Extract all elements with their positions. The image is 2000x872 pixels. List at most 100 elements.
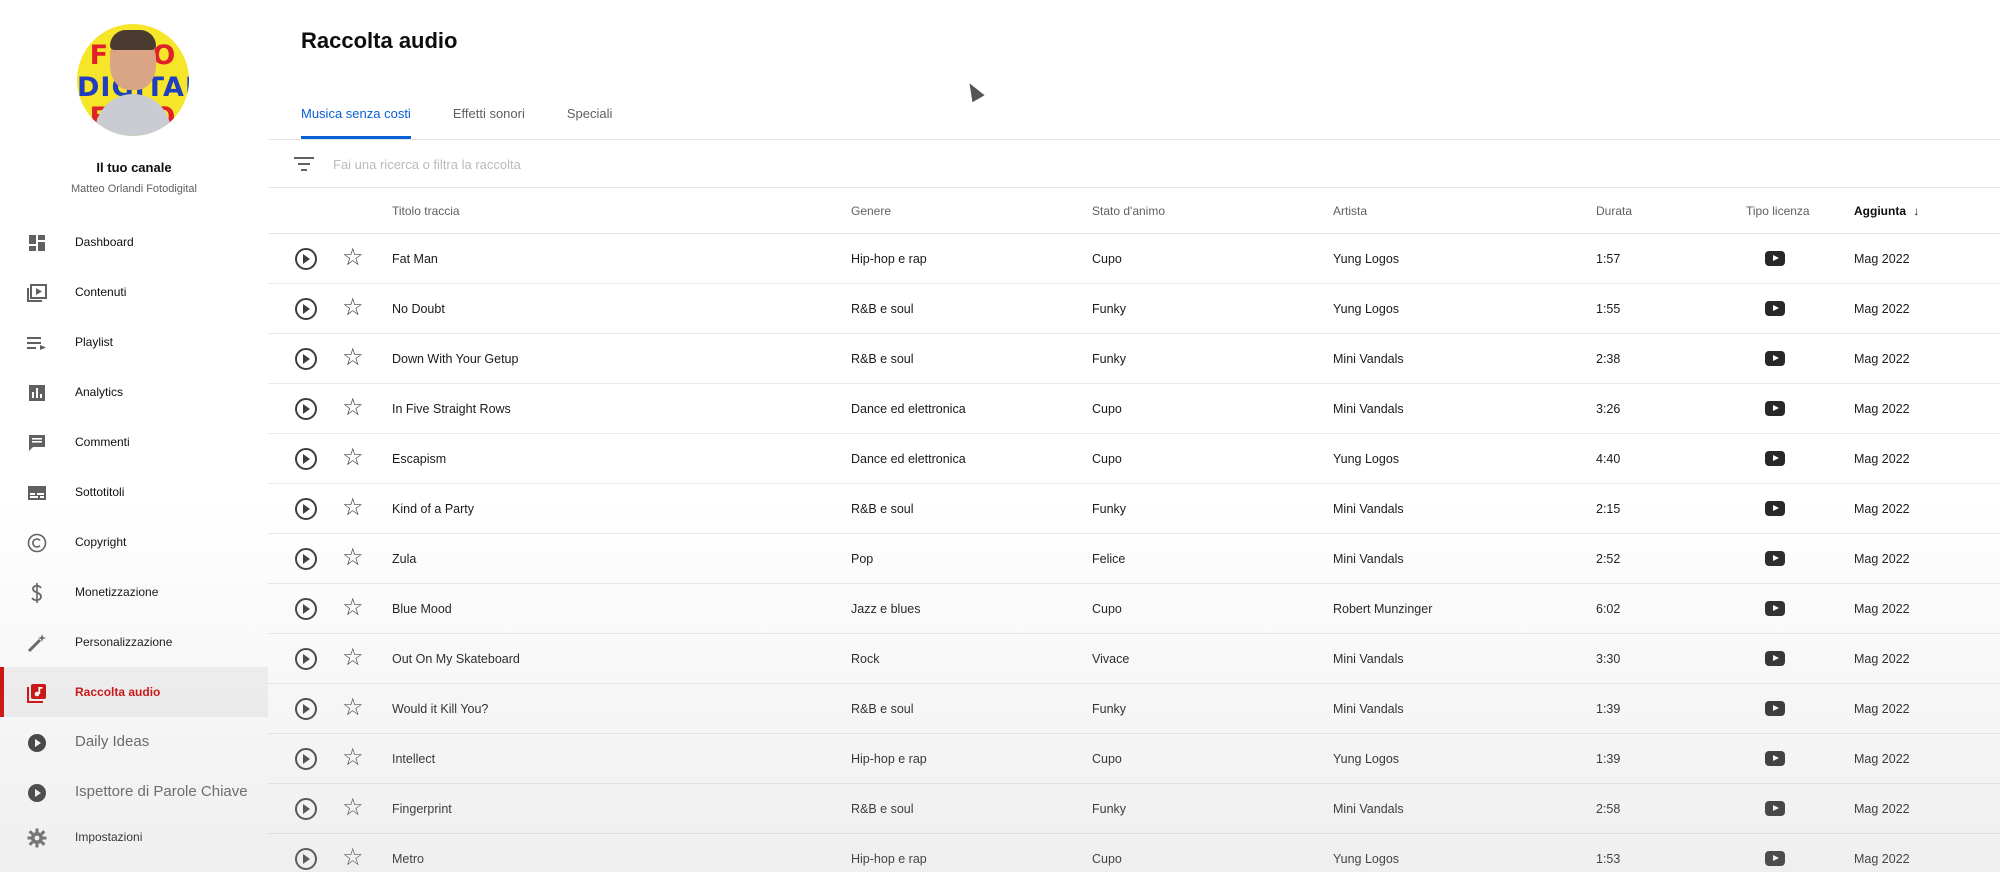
column-header-license[interactable]: Tipo licenza	[1746, 204, 1810, 218]
track-added: Mag 2022	[1854, 452, 1910, 466]
track-duration: 1:55	[1596, 302, 1621, 316]
track-added: Mag 2022	[1854, 252, 1910, 266]
column-header-duration[interactable]: Durata	[1596, 204, 1632, 218]
table-row[interactable]: ☆ Kind of a Party R&B e soul Funky Mini Vand…	[268, 484, 2000, 534]
track-duration: 2:52	[1596, 552, 1621, 566]
youtube-license-icon	[1765, 701, 1785, 716]
sidebar-item-audio-library[interactable]: Raccolta audio	[0, 667, 268, 717]
sidebar-item-label: Copyright	[75, 535, 127, 549]
sidebar-item-analytics[interactable]: Analytics	[0, 367, 268, 417]
play-icon[interactable]	[295, 248, 317, 270]
track-title: In Five Straight Rows	[392, 402, 511, 416]
filter-icon[interactable]	[294, 156, 314, 172]
track-artist: Yung Logos	[1333, 852, 1400, 866]
tab-sound-effects[interactable]: Effetti sonori	[453, 103, 525, 139]
channel-avatar[interactable]: FOTO DIGITAL FOTO	[77, 24, 189, 136]
table-row[interactable]: ☆ Metro Hip-hop e rap Cupo Yung Logos 1:53 Mag…	[268, 834, 2000, 872]
content-icon	[26, 282, 48, 304]
play-icon[interactable]	[295, 798, 317, 820]
column-header-title[interactable]: Titolo traccia	[392, 204, 460, 218]
table-row[interactable]: ☆ Intellect Hip-hop e rap Cupo Yung Logos 1:3…	[268, 734, 2000, 784]
column-header-mood[interactable]: Stato d'animo	[1092, 204, 1165, 218]
track-mood: Cupo	[1092, 402, 1122, 416]
sidebar-item-dashboard[interactable]: Dashboard	[0, 217, 268, 267]
track-duration: 2:15	[1596, 502, 1621, 516]
star-icon[interactable]: ☆	[342, 645, 364, 671]
star-icon[interactable]: ☆	[342, 845, 364, 871]
tab-free-music[interactable]: Musica senza costi	[301, 103, 411, 139]
track-title: Would it Kill You?	[392, 702, 489, 716]
track-mood: Funky	[1092, 702, 1127, 716]
track-duration: 2:38	[1596, 352, 1621, 366]
star-icon[interactable]: ☆	[342, 595, 364, 621]
track-genre: Hip-hop e rap	[851, 752, 927, 766]
table-row[interactable]: ☆ In Five Straight Rows Dance ed elettroni…	[268, 384, 2000, 434]
sidebar-item-monetization[interactable]: Monetizzazione	[0, 567, 268, 617]
track-mood: Cupo	[1092, 852, 1122, 866]
track-duration: 1:53	[1596, 852, 1621, 866]
play-icon[interactable]	[295, 748, 317, 770]
youtube-license-icon	[1765, 351, 1785, 366]
column-header-genre[interactable]: Genere	[851, 204, 891, 218]
play-icon[interactable]	[295, 348, 317, 370]
track-artist: Yung Logos	[1333, 752, 1400, 766]
channel-title: Il tuo canale	[96, 160, 172, 175]
youtube-license-icon	[1765, 301, 1785, 316]
play-icon[interactable]	[295, 648, 317, 670]
table-row[interactable]: ☆ Down With Your Getup R&B e soul Funky Mini…	[268, 334, 2000, 384]
play-icon[interactable]	[295, 448, 317, 470]
star-icon[interactable]: ☆	[342, 795, 364, 821]
star-icon[interactable]: ☆	[342, 245, 364, 271]
sidebar-item-daily-ideas[interactable]: Daily Ideas	[0, 717, 268, 767]
track-genre: Hip-hop e rap	[851, 852, 927, 866]
sidebar-item-subtitles[interactable]: Sottotitoli	[0, 467, 268, 517]
table-row[interactable]: ☆ Blue Mood Jazz e blues Cupo Robert Munzing…	[268, 584, 2000, 634]
column-header-added[interactable]: Aggiunta ↓	[1854, 204, 1919, 218]
play-icon[interactable]	[295, 548, 317, 570]
play-icon[interactable]	[295, 298, 317, 320]
tab-specials[interactable]: Speciali	[567, 103, 613, 139]
table-row[interactable]: ☆ Out On My Skateboard Rock Vivace Mini Vand…	[268, 634, 2000, 684]
column-header-artist[interactable]: Artista	[1333, 204, 1367, 218]
star-icon[interactable]: ☆	[342, 345, 364, 371]
sidebar-item-label: Commenti	[75, 435, 130, 449]
comments-icon	[26, 432, 48, 454]
track-genre: Dance ed elettronica	[851, 452, 966, 466]
sidebar-item-label: Personalizzazione	[75, 635, 173, 649]
play-icon[interactable]	[295, 398, 317, 420]
star-icon[interactable]: ☆	[342, 495, 364, 521]
sidebar-item-copyright[interactable]: Copyright	[0, 517, 268, 567]
table-row[interactable]: ☆ Fat Man Hip-hop e rap Cupo Yung Logos 1:57 M…	[268, 234, 2000, 284]
sidebar-item-comments[interactable]: Commenti	[0, 417, 268, 467]
sidebar-item-settings[interactable]: Impostazioni	[0, 817, 268, 857]
play-icon[interactable]	[295, 848, 317, 870]
play-icon[interactable]	[295, 498, 317, 520]
track-mood: Funky	[1092, 802, 1127, 816]
table-row[interactable]: ☆ Zula Pop Felice Mini Vandals 2:52 Mag 2022	[268, 534, 2000, 584]
gear-icon	[26, 827, 48, 849]
star-icon[interactable]: ☆	[342, 295, 364, 321]
track-duration: 6:02	[1596, 602, 1621, 616]
search-input[interactable]	[333, 154, 1033, 174]
play-icon[interactable]	[295, 598, 317, 620]
play-icon[interactable]	[295, 698, 317, 720]
table-row[interactable]: ☆ Escapism Dance ed elettronica Cupo Yung Lo…	[268, 434, 2000, 484]
table-row[interactable]: ☆ No Doubt R&B e soul Funky Yung Logos 1:55 Ma…	[268, 284, 2000, 334]
track-genre: Dance ed elettronica	[851, 402, 966, 416]
table-row[interactable]: ☆ Fingerprint R&B e soul Funky Mini Vandals 2…	[268, 784, 2000, 834]
tab-bar: Musica senza costi Effetti sonori Specia…	[301, 103, 654, 139]
sidebar-item-playlist[interactable]: Playlist	[0, 317, 268, 367]
star-icon[interactable]: ☆	[342, 445, 364, 471]
track-title: Escapism	[392, 452, 447, 466]
table-row[interactable]: ☆ Would it Kill You? R&B e soul Funky Mini V…	[268, 684, 2000, 734]
star-icon[interactable]: ☆	[342, 545, 364, 571]
track-artist: Mini Vandals	[1333, 552, 1404, 566]
sidebar-item-content[interactable]: Contenuti	[0, 267, 268, 317]
star-icon[interactable]: ☆	[342, 695, 364, 721]
star-icon[interactable]: ☆	[342, 395, 364, 421]
star-icon[interactable]: ☆	[342, 745, 364, 771]
sidebar-item-keyword-inspector[interactable]: Ispettore di Parole Chiave	[0, 767, 268, 817]
filter-bar	[268, 140, 2000, 188]
sidebar-item-customization[interactable]: Personalizzazione	[0, 617, 268, 667]
youtube-license-icon	[1765, 651, 1785, 666]
